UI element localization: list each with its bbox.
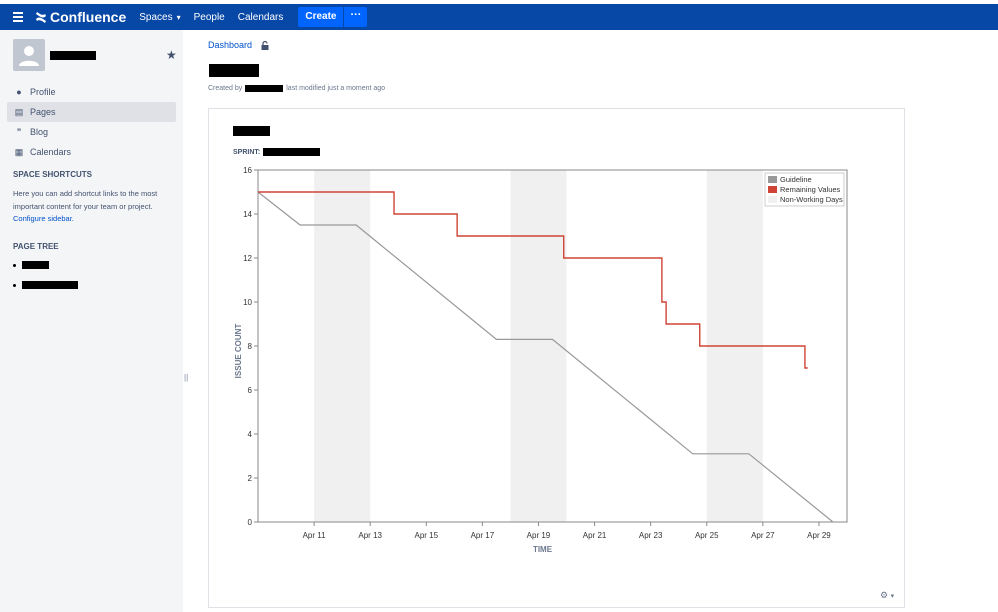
y-tick-label: 2 bbox=[248, 474, 253, 483]
configure-sidebar-link[interactable]: Configure sidebar. bbox=[13, 214, 74, 223]
y-tick-label: 14 bbox=[243, 210, 252, 219]
gear-icon: ⚙ bbox=[880, 590, 889, 600]
y-axis-label: ISSUE COUNT bbox=[234, 324, 243, 379]
page-tree-item[interactable] bbox=[13, 281, 78, 289]
chevron-down-icon: ▾ bbox=[890, 593, 895, 600]
confluence-logo[interactable]: Confluence bbox=[35, 9, 126, 25]
nav-people[interactable]: People bbox=[194, 12, 225, 23]
shortcuts-description: Here you can add shortcut links to the m… bbox=[13, 189, 158, 211]
sprint-name-redacted bbox=[263, 148, 321, 156]
page-icon: ▤ bbox=[14, 106, 24, 117]
sidebar-item-label: Blog bbox=[30, 127, 49, 137]
x-tick-label: Apr 23 bbox=[639, 531, 663, 540]
created-by-label: Created by bbox=[208, 85, 243, 92]
sprint-line: SPRINT: bbox=[233, 148, 321, 156]
create-button[interactable]: Create bbox=[298, 7, 344, 27]
legend-label: Guideline bbox=[780, 175, 812, 184]
bullet-icon bbox=[13, 283, 16, 287]
legend-swatch bbox=[768, 186, 777, 193]
chevron-down-icon: ▾ bbox=[176, 12, 181, 22]
person-icon: ● bbox=[16, 87, 22, 97]
sidebar-item-profile[interactable]: ● Profile bbox=[7, 82, 176, 102]
y-tick-label: 4 bbox=[248, 430, 253, 439]
space-shortcuts-text: Here you can add shortcut links to the m… bbox=[13, 188, 173, 226]
product-name: Confluence bbox=[50, 9, 127, 25]
sidebar-item-label: Profile bbox=[30, 87, 56, 97]
breadcrumb-dashboard-link[interactable]: Dashboard bbox=[208, 40, 252, 50]
sprint-label: SPRINT: bbox=[233, 148, 261, 156]
x-tick-label: Apr 11 bbox=[303, 531, 327, 540]
sidebar-item-label: Calendars bbox=[30, 147, 72, 157]
legend-label: Remaining Values bbox=[780, 185, 841, 194]
space-avatar[interactable] bbox=[13, 39, 45, 71]
page-tree-heading: PAGE TREE bbox=[13, 242, 59, 251]
y-tick-label: 6 bbox=[248, 386, 253, 395]
sidebar-item-label: Pages bbox=[30, 107, 56, 117]
breadcrumb: Dashboard bbox=[208, 40, 269, 50]
quote-icon: ” bbox=[16, 127, 22, 137]
y-tick-label: 0 bbox=[248, 518, 253, 527]
legend-label: Non-Working Days bbox=[780, 195, 843, 204]
sidebar-item-pages[interactable]: ▤ Pages bbox=[7, 102, 176, 122]
space-shortcuts-heading: SPACE SHORTCUTS bbox=[13, 170, 92, 179]
bullet-icon bbox=[13, 263, 16, 267]
y-tick-label: 16 bbox=[243, 166, 252, 175]
x-tick-label: Apr 29 bbox=[807, 531, 831, 540]
y-tick-label: 12 bbox=[243, 254, 252, 263]
confluence-logo-icon bbox=[36, 11, 46, 23]
x-tick-label: Apr 27 bbox=[751, 531, 775, 540]
calendar-icon: ▦ bbox=[14, 146, 24, 157]
page-tree-item[interactable] bbox=[13, 261, 49, 269]
y-tick-label: 8 bbox=[248, 342, 253, 351]
page-tree-item-redacted bbox=[22, 281, 78, 289]
x-axis-label: TIME bbox=[533, 545, 553, 554]
last-modified-text: last modified just a moment ago bbox=[286, 85, 386, 92]
non-working-day-band bbox=[510, 170, 567, 522]
y-tick-label: 10 bbox=[243, 298, 252, 307]
author-redacted[interactable] bbox=[245, 85, 284, 92]
nav-calendars[interactable]: Calendars bbox=[238, 12, 284, 23]
top-navigation-bar: Confluence Spaces ▾ People Calendars Cre… bbox=[0, 4, 998, 30]
space-name-redacted[interactable] bbox=[50, 51, 96, 60]
avatar-placeholder-icon bbox=[19, 46, 39, 66]
legend-swatch bbox=[768, 196, 777, 203]
x-tick-label: Apr 25 bbox=[695, 531, 719, 540]
star-icon[interactable]: ★ bbox=[166, 48, 177, 62]
legend-swatch bbox=[768, 176, 777, 183]
nav-spaces[interactable]: Spaces ▾ bbox=[139, 12, 180, 23]
nav-spaces-label: Spaces bbox=[139, 11, 173, 23]
x-tick-label: Apr 13 bbox=[358, 531, 382, 540]
create-more-button[interactable]: ··· bbox=[344, 7, 368, 27]
x-tick-label: Apr 19 bbox=[527, 531, 551, 540]
burndown-chart: 0 2 4 6 8 10 12 14 16 Apr 11 Apr 13 Apr 15 Apr 17 Apr… bbox=[234, 166, 848, 554]
x-tick-label: Apr 21 bbox=[583, 531, 607, 540]
x-tick-label: Apr 17 bbox=[471, 531, 495, 540]
sidebar-item-blog[interactable]: ” Blog bbox=[7, 122, 176, 142]
non-working-day-band bbox=[314, 170, 371, 522]
menu-icon[interactable] bbox=[13, 12, 23, 22]
sidebar-collapse-handle[interactable]: || bbox=[184, 373, 188, 382]
x-tick-label: Apr 15 bbox=[414, 531, 438, 540]
page-metadata: Created by last modified just a moment a… bbox=[208, 85, 385, 92]
gadget-settings[interactable]: ⚙ ▾ bbox=[880, 590, 894, 601]
sidebar: ★ ● Profile ▤ Pages ” Blog ▦ Calendars S… bbox=[0, 30, 183, 612]
unlock-icon[interactable] bbox=[261, 40, 269, 50]
page-tree-item-redacted bbox=[22, 261, 49, 269]
sidebar-item-calendars[interactable]: ▦ Calendars bbox=[7, 142, 176, 162]
page-title-redacted bbox=[209, 64, 259, 77]
gadget-title-redacted bbox=[233, 126, 270, 136]
